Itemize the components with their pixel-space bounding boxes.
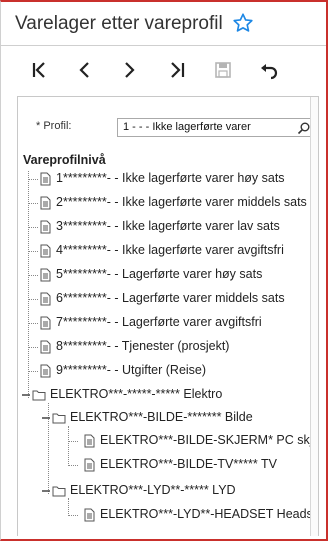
first-record-button[interactable]: [29, 59, 51, 81]
folder-icon: [52, 413, 66, 424]
document-icon: [40, 172, 51, 186]
next-record-button[interactable]: [118, 59, 140, 81]
vertical-scrollbar[interactable]: [310, 97, 318, 536]
document-icon: [40, 244, 51, 258]
previous-record-button[interactable]: [74, 59, 96, 81]
document-icon: [40, 196, 51, 210]
folder-icon: [32, 390, 46, 401]
tree-connector: [28, 171, 29, 398]
tree-item-label: 4*********- - Ikke lagerførte varer avgi…: [56, 243, 284, 257]
tree-panel: * Profil: 1 - - - Ikke lagerførte varer …: [17, 96, 319, 536]
tree-item-label: 2*********- - Ikke lagerførte varer midd…: [56, 195, 307, 209]
save-button[interactable]: [212, 59, 234, 81]
tree-connector: [68, 426, 69, 466]
collapse-toggle-icon[interactable]: [42, 414, 50, 422]
document-icon: [40, 316, 51, 330]
document-icon: [40, 268, 51, 282]
tree-connector: [68, 498, 69, 514]
document-icon: [40, 340, 51, 354]
tree-item-label: 6*********- - Lagerførte varer middels s…: [56, 291, 285, 305]
page-header: Varelager etter vareprofil: [0, 0, 326, 46]
undo-button[interactable]: [258, 59, 280, 81]
undo-icon: [261, 64, 278, 80]
star-icon[interactable]: [232, 12, 254, 34]
document-icon: [84, 458, 95, 472]
tree-item-label: ELEKTRO***-LYD**-***** LYD: [70, 483, 236, 497]
first-icon: [32, 62, 45, 78]
tree-item-label: 1*********- - Ikke lagerførte varer høy …: [56, 171, 285, 185]
document-icon: [40, 364, 51, 378]
tree-item-label: 3*********- - Ikke lagerførte varer lav …: [56, 219, 280, 233]
tree-item-label: 9*********- - Utgifter (Reise): [56, 363, 207, 377]
tree: 1*********- - Ikke lagerførte varer høy …: [18, 97, 318, 536]
save-icon: [215, 62, 231, 78]
last-record-button[interactable]: [166, 59, 188, 81]
document-icon: [84, 434, 95, 448]
folder-icon: [52, 486, 66, 497]
document-icon: [40, 220, 51, 234]
page-title: Varelager etter vareprofil: [15, 13, 223, 34]
tree-item-label: 7*********- - Lagerførte varer avgiftsfr…: [56, 315, 262, 329]
next-icon: [125, 62, 135, 78]
tree-item-label: 8*********- - Tjenester (prosjekt): [56, 339, 230, 353]
toolbar: [0, 47, 326, 93]
last-icon: [171, 62, 185, 78]
document-icon: [84, 508, 95, 522]
tree-item-label: 5*********- - Lagerførte varer høy sats: [56, 267, 263, 281]
previous-icon: [79, 62, 89, 78]
tree-item-label: ELEKTRO***-*****-***** Elektro: [50, 387, 223, 401]
collapse-toggle-icon[interactable]: [22, 391, 30, 399]
tree-item-label: ELEKTRO***-LYD**-HEADSET Headset: [100, 507, 319, 521]
tree-item-label: ELEKTRO***-BILDE-SKJERM* PC skjerm: [100, 433, 319, 447]
document-icon: [40, 292, 51, 306]
collapse-toggle-icon[interactable]: [42, 487, 50, 495]
tree-item-label: ELEKTRO***-BILDE-TV***** TV: [100, 457, 277, 471]
tree-item-label: ELEKTRO***-BILDE-******* Bilde: [70, 410, 253, 424]
